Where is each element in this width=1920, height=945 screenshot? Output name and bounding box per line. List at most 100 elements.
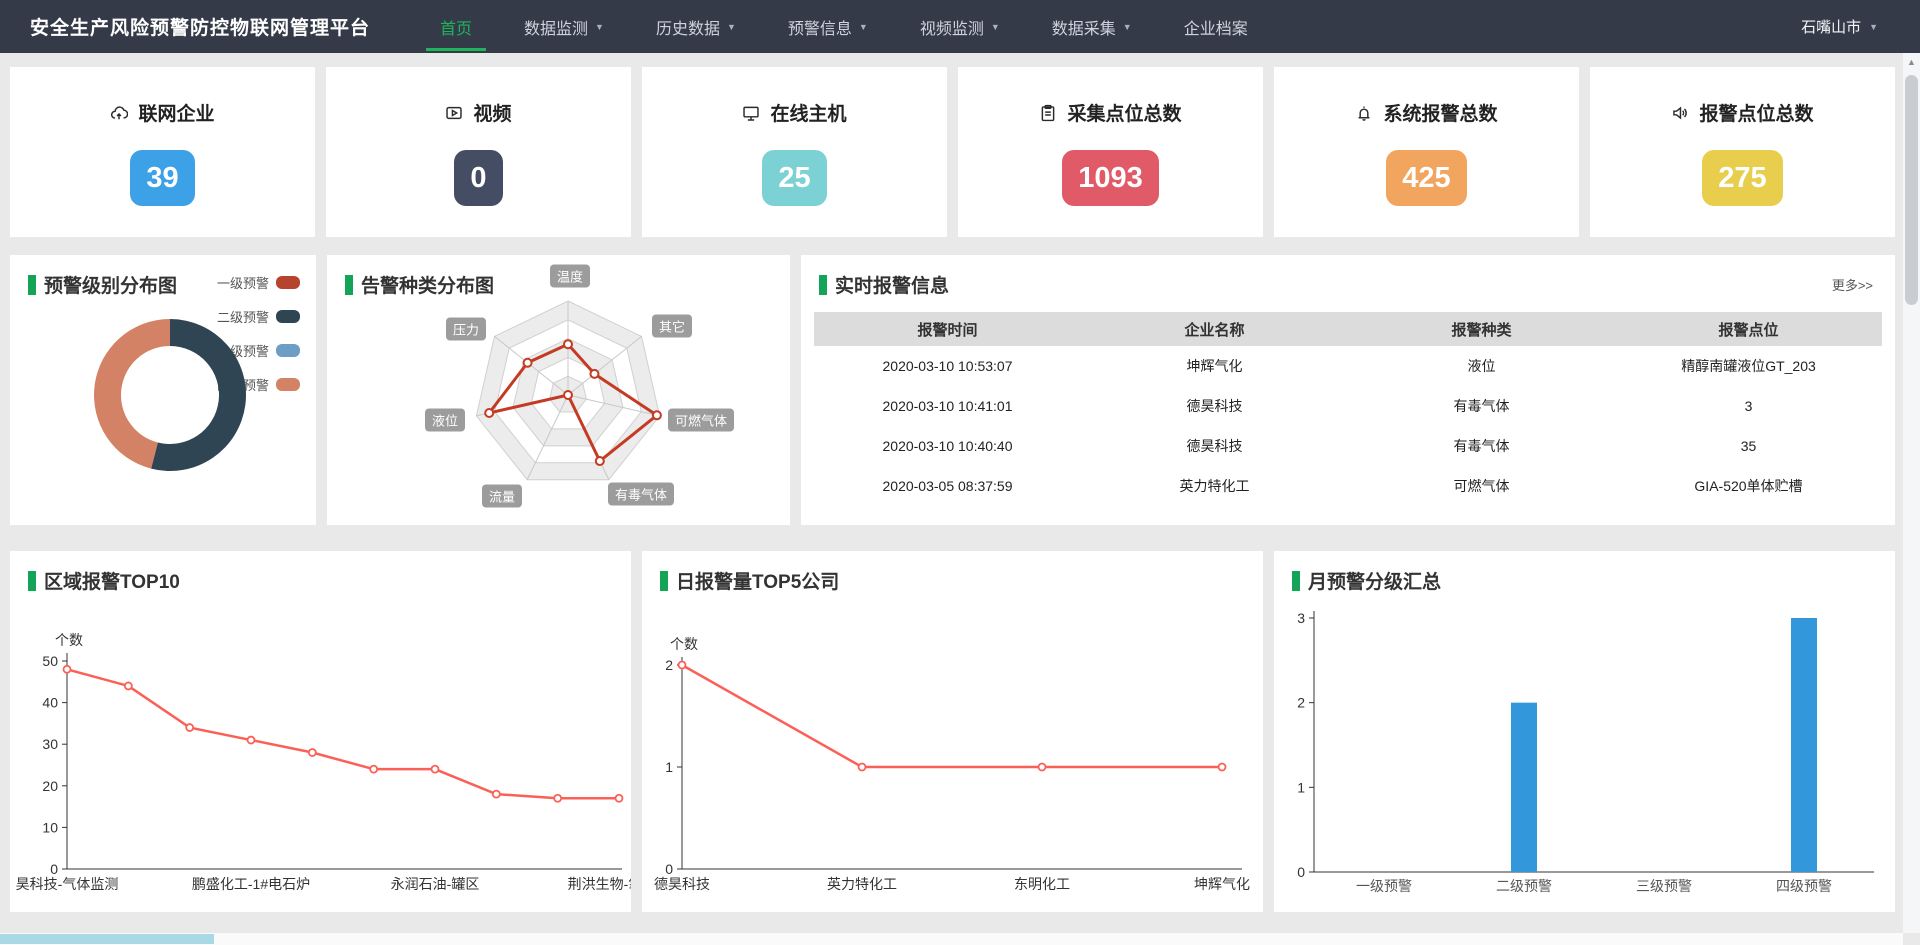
svg-text:2: 2 (1297, 695, 1305, 711)
radar-data-point (596, 457, 604, 465)
speaker-icon (1671, 104, 1689, 122)
horizontal-scrollbar[interactable] (0, 933, 1903, 945)
bar (1791, 618, 1817, 872)
line-data-point (186, 724, 193, 731)
svg-text:1: 1 (665, 759, 673, 775)
svg-text:50: 50 (42, 653, 58, 669)
region-name: 石嘴山市 (1801, 16, 1861, 37)
bar (1511, 703, 1537, 872)
monthly-summary-bar-chart: 0123一级预警二级预警三级预警四级预警 (1274, 601, 1895, 912)
svg-text:3: 3 (1297, 610, 1305, 626)
radar-data-point (524, 359, 532, 367)
nav-item-data-collect[interactable]: 数据采集 ▼ (1052, 0, 1132, 53)
panel-title: 实时报警信息 (835, 271, 949, 298)
stat-value-badge: 25 (762, 150, 826, 206)
svg-text:二级预警: 二级预警 (1496, 878, 1552, 894)
stat-label: 系统报警总数 (1383, 99, 1497, 126)
radar-chart (327, 255, 790, 525)
section-marker (660, 571, 668, 591)
panel-alarm-type: 告警种类分布图 温度 其它 可燃气体 有毒气体 流量 液位 压力 (327, 255, 790, 525)
alarm-time: 2020-03-10 10:53:07 (814, 358, 1081, 374)
line-series (67, 669, 619, 798)
svg-text:三级预警: 三级预警 (1636, 878, 1692, 894)
svg-text:四级预警: 四级预警 (1776, 878, 1832, 894)
panel-title: 月预警分级汇总 (1308, 567, 1441, 594)
stat-label: 视频 (473, 99, 511, 126)
cloud-icon (110, 104, 128, 122)
clipboard-icon (1039, 104, 1057, 122)
column-header: 报警种类 (1348, 319, 1615, 340)
nav-item-label: 数据采集 (1052, 15, 1116, 39)
alarm-point: GIA-520单体贮槽 (1615, 476, 1882, 496)
svg-text:1: 1 (1297, 779, 1305, 795)
radar-axis-label: 流量 (482, 485, 522, 508)
radar-data-point (564, 391, 572, 399)
line-data-point (1039, 764, 1046, 771)
stat-card-video: 视频 0 (326, 67, 631, 237)
daily-top5-line-chart: 012个数德昊科技英力特化工东明化工坤辉气化 (642, 601, 1263, 912)
nav-item-label: 历史数据 (656, 15, 720, 39)
chevron-down-icon: ▼ (727, 22, 736, 32)
svg-text:鹏盛化工-1#电石炉: 鹏盛化工-1#电石炉 (192, 876, 310, 892)
chevron-down-icon: ▼ (1869, 22, 1878, 32)
nav-item-video-monitor[interactable]: 视频监测 ▼ (920, 0, 1000, 53)
nav-item-data-monitor[interactable]: 数据监测 ▼ (524, 0, 604, 53)
scroll-up-icon[interactable]: ▲ (1903, 53, 1920, 71)
nav-item-warning-info[interactable]: 预警信息 ▼ (788, 0, 868, 53)
line-data-point (616, 795, 623, 802)
svg-text:30: 30 (42, 736, 58, 752)
vertical-scrollbar[interactable]: ▲ (1903, 53, 1920, 933)
svg-text:荆洪生物-氧化反: 荆洪生物-氧化反 (568, 876, 631, 892)
nav-item-history-data[interactable]: 历史数据 ▼ (656, 0, 736, 53)
line-data-point (125, 682, 132, 689)
nav-item-label: 数据监测 (524, 15, 588, 39)
alarm-table-header: 报警时间 企业名称 报警种类 报警点位 (814, 312, 1882, 346)
top-nav: 安全生产风险预警防控物联网管理平台 首页 数据监测 ▼ 历史数据 ▼ 预警信息 … (0, 0, 1920, 53)
panel-daily-top5: 日报警量TOP5公司 012个数德昊科技英力特化工东明化工坤辉气化 (642, 551, 1263, 912)
nav-item-home[interactable]: 首页 (440, 0, 472, 53)
line-data-point (493, 791, 500, 798)
stat-label: 在线主机 (770, 99, 846, 126)
line-data-point (64, 666, 71, 673)
table-row[interactable]: 2020-03-10 10:41:01 德昊科技 有毒气体 3 (814, 386, 1882, 426)
more-link[interactable]: 更多>> (1832, 275, 1873, 294)
svg-text:坤辉气化: 坤辉气化 (1194, 876, 1250, 892)
alarm-time: 2020-03-10 10:40:40 (814, 438, 1081, 454)
chevron-down-icon: ▼ (991, 22, 1000, 32)
stat-value-badge: 275 (1702, 150, 1782, 206)
panel-region-top10: 区域报警TOP10 01020304050个数昊科技-气体监测鹏盛化工-1#电石… (10, 551, 631, 912)
vertical-scroll-thumb[interactable] (1905, 75, 1918, 305)
svg-text:0: 0 (1297, 864, 1305, 880)
nav-item-label: 企业档案 (1184, 15, 1248, 39)
horizontal-scroll-thumb[interactable] (0, 934, 214, 944)
svg-text:德昊科技: 德昊科技 (654, 876, 710, 892)
alarm-time: 2020-03-10 10:41:01 (814, 398, 1081, 414)
svg-text:永润石油-罐区: 永润石油-罐区 (391, 876, 480, 892)
panel-realtime-alarms: 实时报警信息 更多>> 报警时间 企业名称 报警种类 报警点位 2020-03-… (801, 255, 1895, 525)
alarm-company: 德昊科技 (1081, 436, 1348, 456)
line-data-point (432, 766, 439, 773)
svg-text:个数: 个数 (55, 632, 83, 648)
svg-text:2: 2 (665, 657, 673, 673)
svg-text:0: 0 (50, 861, 58, 877)
stat-label: 采集点位总数 (1067, 99, 1181, 126)
table-row[interactable]: 2020-03-10 10:40:40 德昊科技 有毒气体 35 (814, 426, 1882, 466)
stat-card-online-enterprise: 联网企业 39 (10, 67, 315, 237)
alarm-table: 报警时间 企业名称 报警种类 报警点位 2020-03-10 10:53:07 … (814, 312, 1882, 506)
radar-axis-label: 压力 (446, 318, 486, 341)
svg-text:昊科技-气体监测: 昊科技-气体监测 (16, 876, 119, 892)
dashboard: 安全生产风险预警防控物联网管理平台 首页 数据监测 ▼ 历史数据 ▼ 预警信息 … (0, 0, 1920, 945)
monitor-icon (742, 104, 760, 122)
column-header: 报警时间 (814, 319, 1081, 340)
line-data-point (679, 662, 686, 669)
table-row[interactable]: 2020-03-05 08:37:59 英力特化工 可燃气体 GIA-520单体… (814, 466, 1882, 506)
stat-card-system-alarms: 系统报警总数 425 (1274, 67, 1579, 237)
nav-item-enterprise-archive[interactable]: 企业档案 (1184, 0, 1248, 53)
table-row[interactable]: 2020-03-10 10:53:07 坤辉气化 液位 精醇南罐液位GT_203 (814, 346, 1882, 386)
alarm-type: 可燃气体 (1348, 476, 1615, 496)
panel-title: 区域报警TOP10 (44, 567, 180, 594)
region-selector[interactable]: 石嘴山市 ▼ (1801, 0, 1878, 53)
alarm-company: 英力特化工 (1081, 476, 1348, 496)
section-marker (1292, 571, 1300, 591)
column-header: 企业名称 (1081, 319, 1348, 340)
